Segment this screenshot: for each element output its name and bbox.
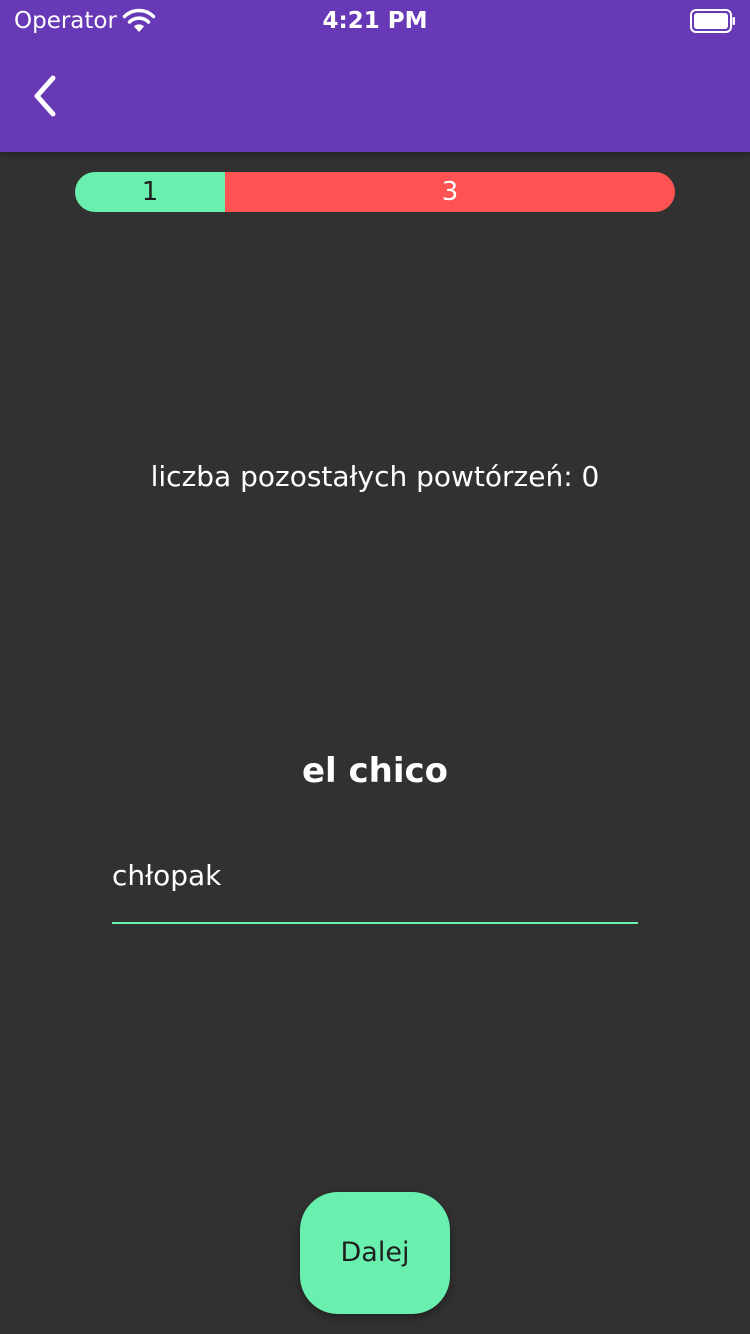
correct-count-segment: 1	[75, 172, 225, 212]
remaining-repetitions-label: liczba pozostałych powtórzeń: 0	[150, 460, 600, 493]
next-button[interactable]: Dalej	[300, 1192, 450, 1314]
answer-field[interactable]	[112, 850, 638, 924]
status-bar: Operator 4:21 PM	[0, 0, 750, 40]
status-time: 4:21 PM	[322, 8, 428, 34]
answer-input[interactable]	[112, 850, 638, 900]
battery-icon	[690, 9, 735, 33]
score-progress-bar: 1 3	[75, 172, 675, 212]
top-bar: Operator 4:21 PM	[0, 0, 750, 152]
back-button[interactable]	[22, 70, 70, 122]
chevron-left-icon	[34, 75, 56, 117]
incorrect-count-segment: 3	[225, 172, 675, 212]
quiz-word: el chico	[301, 751, 449, 791]
